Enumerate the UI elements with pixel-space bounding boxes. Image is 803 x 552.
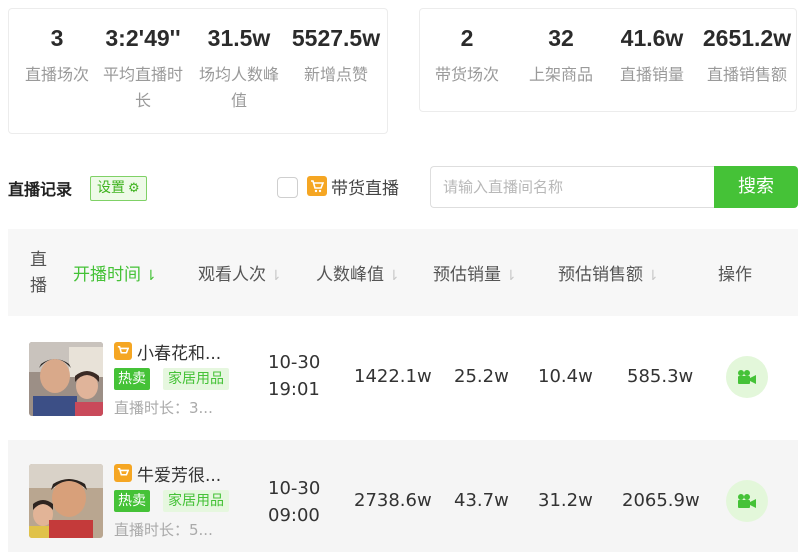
category-tag: 家居用品 — [163, 490, 229, 512]
stat-label: 直播销售额 — [706, 65, 787, 84]
stat-label: 新增点赞 — [303, 65, 368, 84]
start-time: 10-30 19:01 — [268, 349, 320, 403]
video-camera-icon[interactable] — [726, 480, 768, 522]
sort-down-icon: ⇂ — [505, 268, 517, 284]
hot-tag: 热卖 — [114, 490, 150, 512]
stat-label: 直播场次 — [24, 65, 89, 84]
sort-down-icon: ⇂ — [145, 268, 157, 284]
stat-label: 带货场次 — [434, 65, 499, 84]
start-clock: 09:00 — [268, 505, 320, 526]
stat-live-sales: 41.6w 直播销量 — [608, 23, 696, 88]
stat-products: 32 上架商品 — [514, 23, 608, 88]
live-thumbnail[interactable] — [29, 464, 103, 538]
stat-label: 上架商品 — [528, 65, 593, 84]
hot-tag: 热卖 — [114, 368, 150, 390]
settings-button[interactable]: 设置 ⚙ — [90, 176, 147, 201]
live-title[interactable]: 小春花和... — [137, 339, 221, 364]
cart-live-checkbox[interactable] — [277, 177, 298, 198]
stat-value: 2651.2w — [702, 25, 792, 51]
start-date: 10-30 — [268, 352, 321, 373]
header-revenue[interactable]: 预估销售额 ⇂ — [558, 260, 659, 285]
sales-cell: 10.4w — [538, 366, 593, 387]
header-action: 操作 — [718, 265, 752, 285]
peak-cell: 25.2w — [454, 366, 509, 387]
gear-icon: ⚙ — [128, 181, 140, 196]
header-label: 观看人次 — [198, 265, 266, 285]
stat-new-likes: 5527.5w 新增点赞 — [285, 23, 387, 88]
table-header: 直播 开播时间 ⇂ 观看人次 ⇂ 人数峰值 ⇂ 预估销量 ⇂ 预估销售额 ⇂ 操作 — [8, 229, 798, 316]
search-input[interactable] — [430, 166, 716, 208]
header-peak[interactable]: 人数峰值 ⇂ — [316, 260, 400, 285]
header-live: 直播 — [30, 250, 47, 296]
sort-down-icon: ⇂ — [647, 268, 659, 284]
stat-cart-lives: 2 带货场次 — [420, 23, 514, 88]
stat-value: 41.6w — [620, 25, 684, 51]
stat-label: 直播销量 — [619, 65, 684, 84]
header-start-time[interactable]: 开播时间 ⇂ — [73, 260, 157, 285]
table-row[interactable]: 小春花和... 热卖 家居用品 直播时长：3... 10-30 19:01 14… — [8, 318, 798, 438]
views-cell: 1422.1w — [354, 366, 432, 387]
start-clock: 19:01 — [268, 379, 320, 400]
category-tag: 家居用品 — [163, 368, 229, 390]
stat-live-count: 3 直播场次 — [17, 23, 97, 88]
summary-card-overview: 3 直播场次 3:2'49'' 平均直播时长 31.5w 场均人数峰值 5527… — [8, 8, 388, 134]
start-time: 10-30 09:00 — [268, 475, 320, 529]
header-label: 开播时间 — [73, 265, 141, 285]
stat-avg-duration: 3:2'49'' 平均直播时长 — [101, 23, 185, 114]
live-duration: 直播时长：5... — [114, 521, 213, 539]
views-cell: 2738.6w — [354, 490, 432, 511]
stat-value: 2 — [460, 25, 474, 51]
peak-cell: 43.7w — [454, 490, 509, 511]
shopping-cart-icon — [307, 176, 327, 196]
header-sales[interactable]: 预估销量 ⇂ — [433, 260, 517, 285]
stat-value: 3 — [50, 25, 64, 51]
live-title[interactable]: 牛爱芳很... — [137, 461, 221, 486]
cart-live-label[interactable]: 带货直播 — [331, 174, 399, 199]
stat-label: 场均人数峰值 — [198, 65, 279, 110]
header-label: 人数峰值 — [316, 265, 384, 285]
header-label: 预估销售额 — [558, 265, 643, 285]
revenue-cell: 2065.9w — [622, 490, 700, 511]
stat-label: 平均直播时长 — [102, 65, 183, 110]
settings-label: 设置 — [97, 180, 125, 196]
table-row[interactable]: 牛爱芳很... 热卖 家居用品 直播时长：5... 10-30 09:00 27… — [8, 440, 798, 552]
video-camera-icon[interactable] — [726, 356, 768, 398]
stat-value: 32 — [548, 25, 574, 51]
shopping-cart-icon — [114, 464, 132, 482]
live-duration: 直播时长：3... — [114, 399, 213, 417]
stat-value: 31.5w — [207, 25, 271, 51]
shopping-cart-icon — [114, 342, 132, 360]
stat-avg-peak: 31.5w 场均人数峰值 — [197, 23, 281, 114]
sort-down-icon: ⇂ — [270, 268, 282, 284]
live-thumbnail[interactable] — [29, 342, 103, 416]
header-views[interactable]: 观看人次 ⇂ — [198, 260, 282, 285]
stat-live-revenue: 2651.2w 直播销售额 — [696, 23, 798, 88]
search-button[interactable]: 搜索 — [714, 166, 798, 208]
revenue-cell: 585.3w — [627, 366, 694, 387]
sort-down-icon: ⇂ — [388, 268, 400, 284]
stat-value: 3:2'49'' — [105, 25, 181, 51]
sales-cell: 31.2w — [538, 490, 593, 511]
start-date: 10-30 — [268, 478, 321, 499]
header-label: 预估销量 — [433, 265, 501, 285]
stat-value: 5527.5w — [291, 25, 381, 51]
summary-card-sales: 2 带货场次 32 上架商品 41.6w 直播销量 2651.2w 直播销售额 — [419, 8, 797, 112]
section-title: 直播记录 — [8, 180, 73, 199]
